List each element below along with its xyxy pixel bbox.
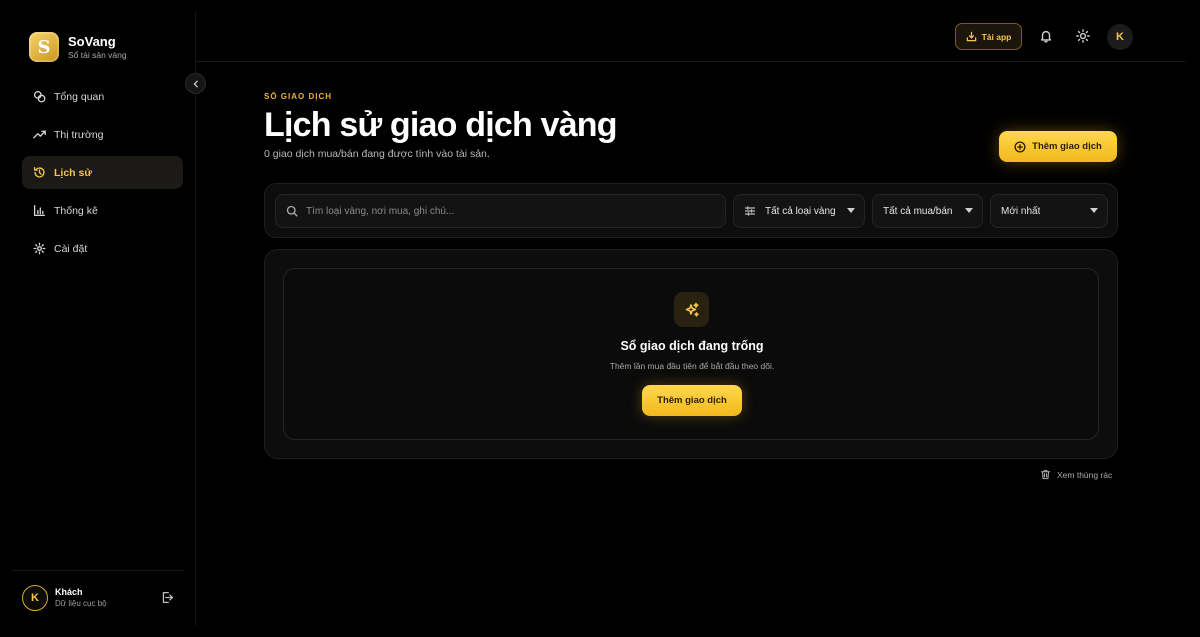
gold-type-value: Tất cả loại vàng — [765, 205, 836, 217]
user-panel: K Khách Dữ liệu cục bộ — [12, 570, 184, 626]
avatar[interactable]: K — [22, 585, 48, 611]
brand-logo: S — [29, 32, 59, 62]
history-icon — [32, 166, 46, 180]
caret-down-icon — [965, 208, 973, 213]
trending-up-icon — [32, 128, 46, 142]
download-app-label: Tải app — [981, 31, 1012, 42]
empty-state-subtitle: Thêm lần mua đầu tiên để bắt đầu theo dõ… — [609, 361, 775, 371]
empty-state: Sổ giao dịch đang trống Thêm lần mua đầu… — [283, 268, 1099, 440]
sidebar-item-history[interactable]: Lịch sử — [22, 156, 183, 189]
bar-chart-icon — [32, 204, 46, 218]
transaction-list: Sổ giao dịch đang trống Thêm lần mua đầu… — [264, 249, 1118, 459]
download-icon — [966, 31, 976, 42]
logout-icon[interactable] — [161, 591, 174, 609]
search-field[interactable] — [275, 194, 726, 228]
gold-type-select[interactable]: Tất cả loại vàng — [733, 194, 865, 228]
empty-add-transaction-button[interactable]: Thêm giao dịch — [642, 385, 742, 416]
caret-down-icon — [1090, 208, 1098, 213]
filter-bar: Tất cả loại vàng Tất cả mua/bán Mới nhất — [264, 183, 1118, 238]
sort-value: Mới nhất — [1001, 205, 1041, 217]
download-app-button[interactable]: Tải app — [955, 23, 1022, 50]
sidebar-item-stats[interactable]: Thống kê — [22, 194, 183, 227]
plus-circle-icon — [1014, 140, 1026, 153]
search-icon — [286, 205, 298, 217]
sidebar-nav: Tổng quan Thị trường Lịch sử Thống kê Cà… — [22, 80, 183, 270]
sidebar-item-overview[interactable]: Tổng quan — [22, 80, 183, 113]
avatar[interactable]: K — [1107, 24, 1133, 50]
buy-sell-select[interactable]: Tất cả mua/bán — [872, 194, 983, 228]
chevron-left-icon — [192, 80, 198, 87]
sidebar: S SoVang Sổ tài sản vàng Tổng quan Thị t… — [12, 12, 196, 626]
trash-icon — [1040, 470, 1051, 480]
sliders-icon — [744, 206, 756, 216]
collapse-sidebar-button[interactable] — [185, 73, 206, 94]
user-name: Khách — [55, 587, 83, 597]
brand-subtitle: Sổ tài sản vàng — [68, 49, 127, 60]
section-eyebrow: SỔ GIAO DỊCH — [264, 92, 333, 101]
sidebar-item-label: Thị trường — [54, 128, 104, 141]
caret-down-icon — [847, 208, 855, 213]
page-title: Lịch sử giao dịch vàng — [264, 106, 618, 144]
sidebar-item-settings[interactable]: Cài đặt — [22, 232, 183, 265]
page-subtitle: 0 giao dịch mua/bán đang được tính vào t… — [264, 148, 490, 160]
sparkles-icon — [674, 292, 709, 327]
view-trash-label: Xem thùng rác — [1057, 469, 1113, 480]
sidebar-item-label: Cài đặt — [54, 242, 88, 255]
user-subtitle: Dữ liệu cục bộ — [55, 599, 107, 608]
sidebar-item-market[interactable]: Thị trường — [22, 118, 183, 151]
bell-icon[interactable] — [1039, 29, 1053, 48]
add-transaction-label: Thêm giao dịch — [1032, 141, 1102, 152]
search-input[interactable] — [306, 205, 706, 217]
empty-state-title: Sổ giao dịch đang trống — [620, 339, 764, 353]
sidebar-item-label: Thống kê — [54, 204, 98, 217]
gear-icon — [32, 242, 46, 256]
view-trash-link[interactable]: Xem thùng rác — [1040, 469, 1112, 480]
top-bar: Tải app K — [196, 12, 1186, 62]
add-transaction-button[interactable]: Thêm giao dịch — [999, 131, 1117, 162]
brand[interactable]: S SoVang Sổ tài sản vàng — [29, 32, 127, 62]
app-root: S SoVang Sổ tài sản vàng Tổng quan Thị t… — [0, 0, 1200, 637]
coins-icon — [32, 90, 46, 104]
sidebar-item-label: Lịch sử — [54, 166, 92, 179]
theme-toggle-sun-icon[interactable] — [1076, 29, 1090, 48]
sort-select[interactable]: Mới nhất — [990, 194, 1108, 228]
buy-sell-value: Tất cả mua/bán — [883, 205, 953, 217]
sidebar-item-label: Tổng quan — [54, 90, 105, 103]
brand-name: SoVang — [68, 33, 116, 49]
